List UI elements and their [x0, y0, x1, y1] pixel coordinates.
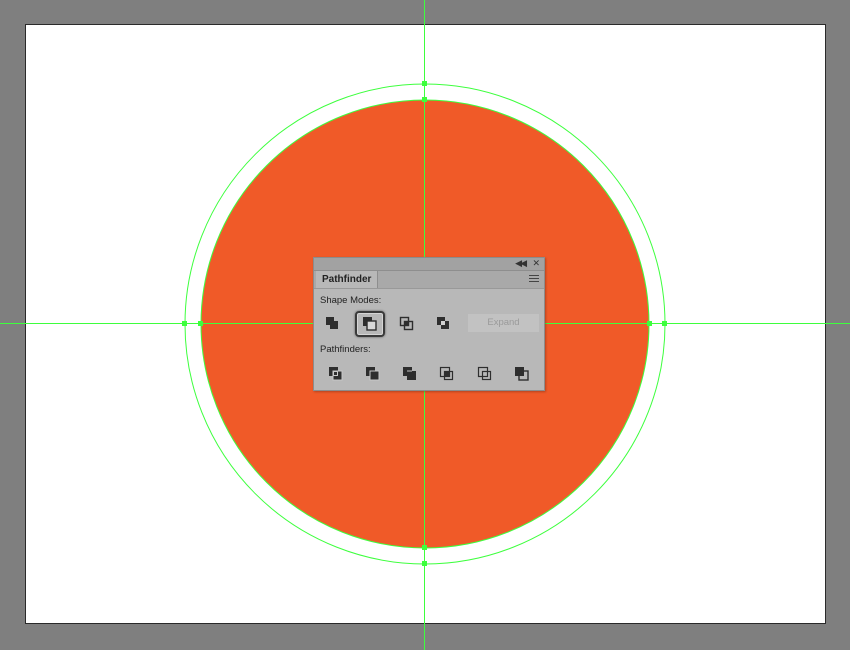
anchor-point[interactable] — [422, 81, 427, 86]
exclude-button[interactable] — [431, 312, 457, 336]
panel-titlebar[interactable]: ◀◀ ✕ — [314, 258, 544, 271]
close-icon[interactable]: ✕ — [532, 256, 540, 270]
anchor-point[interactable] — [422, 561, 427, 566]
anchor-point[interactable] — [422, 97, 427, 102]
expand-button[interactable]: Expand — [468, 314, 539, 332]
panel-menu-icon[interactable] — [529, 275, 539, 284]
anchor-point[interactable] — [422, 545, 427, 550]
exclude-icon — [437, 317, 449, 329]
trim-icon — [366, 367, 380, 381]
intersect-icon — [399, 316, 414, 331]
outline-button[interactable] — [472, 362, 498, 386]
pathfinders-label: Pathfinders: — [320, 344, 371, 355]
tab-pathfinder[interactable]: Pathfinder — [316, 271, 379, 288]
outline-icon — [477, 366, 492, 381]
anchor-point[interactable] — [182, 321, 187, 326]
minus-back-icon — [515, 367, 529, 381]
pathfinder-panel: ◀◀ ✕ Pathfinder Shape Modes: Expand Path… — [313, 257, 545, 391]
crop-icon — [439, 366, 454, 381]
merge-icon — [403, 367, 416, 380]
merge-button[interactable] — [397, 362, 423, 386]
collapse-icon[interactable]: ◀◀ — [515, 256, 527, 270]
trim-button[interactable] — [360, 362, 386, 386]
minus-back-button[interactable] — [509, 362, 535, 386]
minus-front-icon — [363, 317, 377, 331]
divide-button[interactable] — [323, 362, 349, 386]
anchor-point[interactable] — [198, 321, 203, 326]
anchor-point[interactable] — [647, 321, 652, 326]
canvas-pasteboard: ◀◀ ✕ Pathfinder Shape Modes: Expand Path… — [0, 0, 850, 650]
crop-button[interactable] — [434, 362, 460, 386]
intersect-button[interactable] — [394, 312, 420, 336]
panel-tabstrip: Pathfinder — [314, 271, 544, 289]
minus-front-button[interactable] — [355, 311, 385, 337]
divide-icon — [329, 367, 343, 381]
unite-button[interactable] — [320, 312, 346, 336]
unite-icon — [326, 317, 338, 329]
shape-modes-label: Shape Modes: — [320, 295, 382, 306]
anchor-point[interactable] — [662, 321, 667, 326]
